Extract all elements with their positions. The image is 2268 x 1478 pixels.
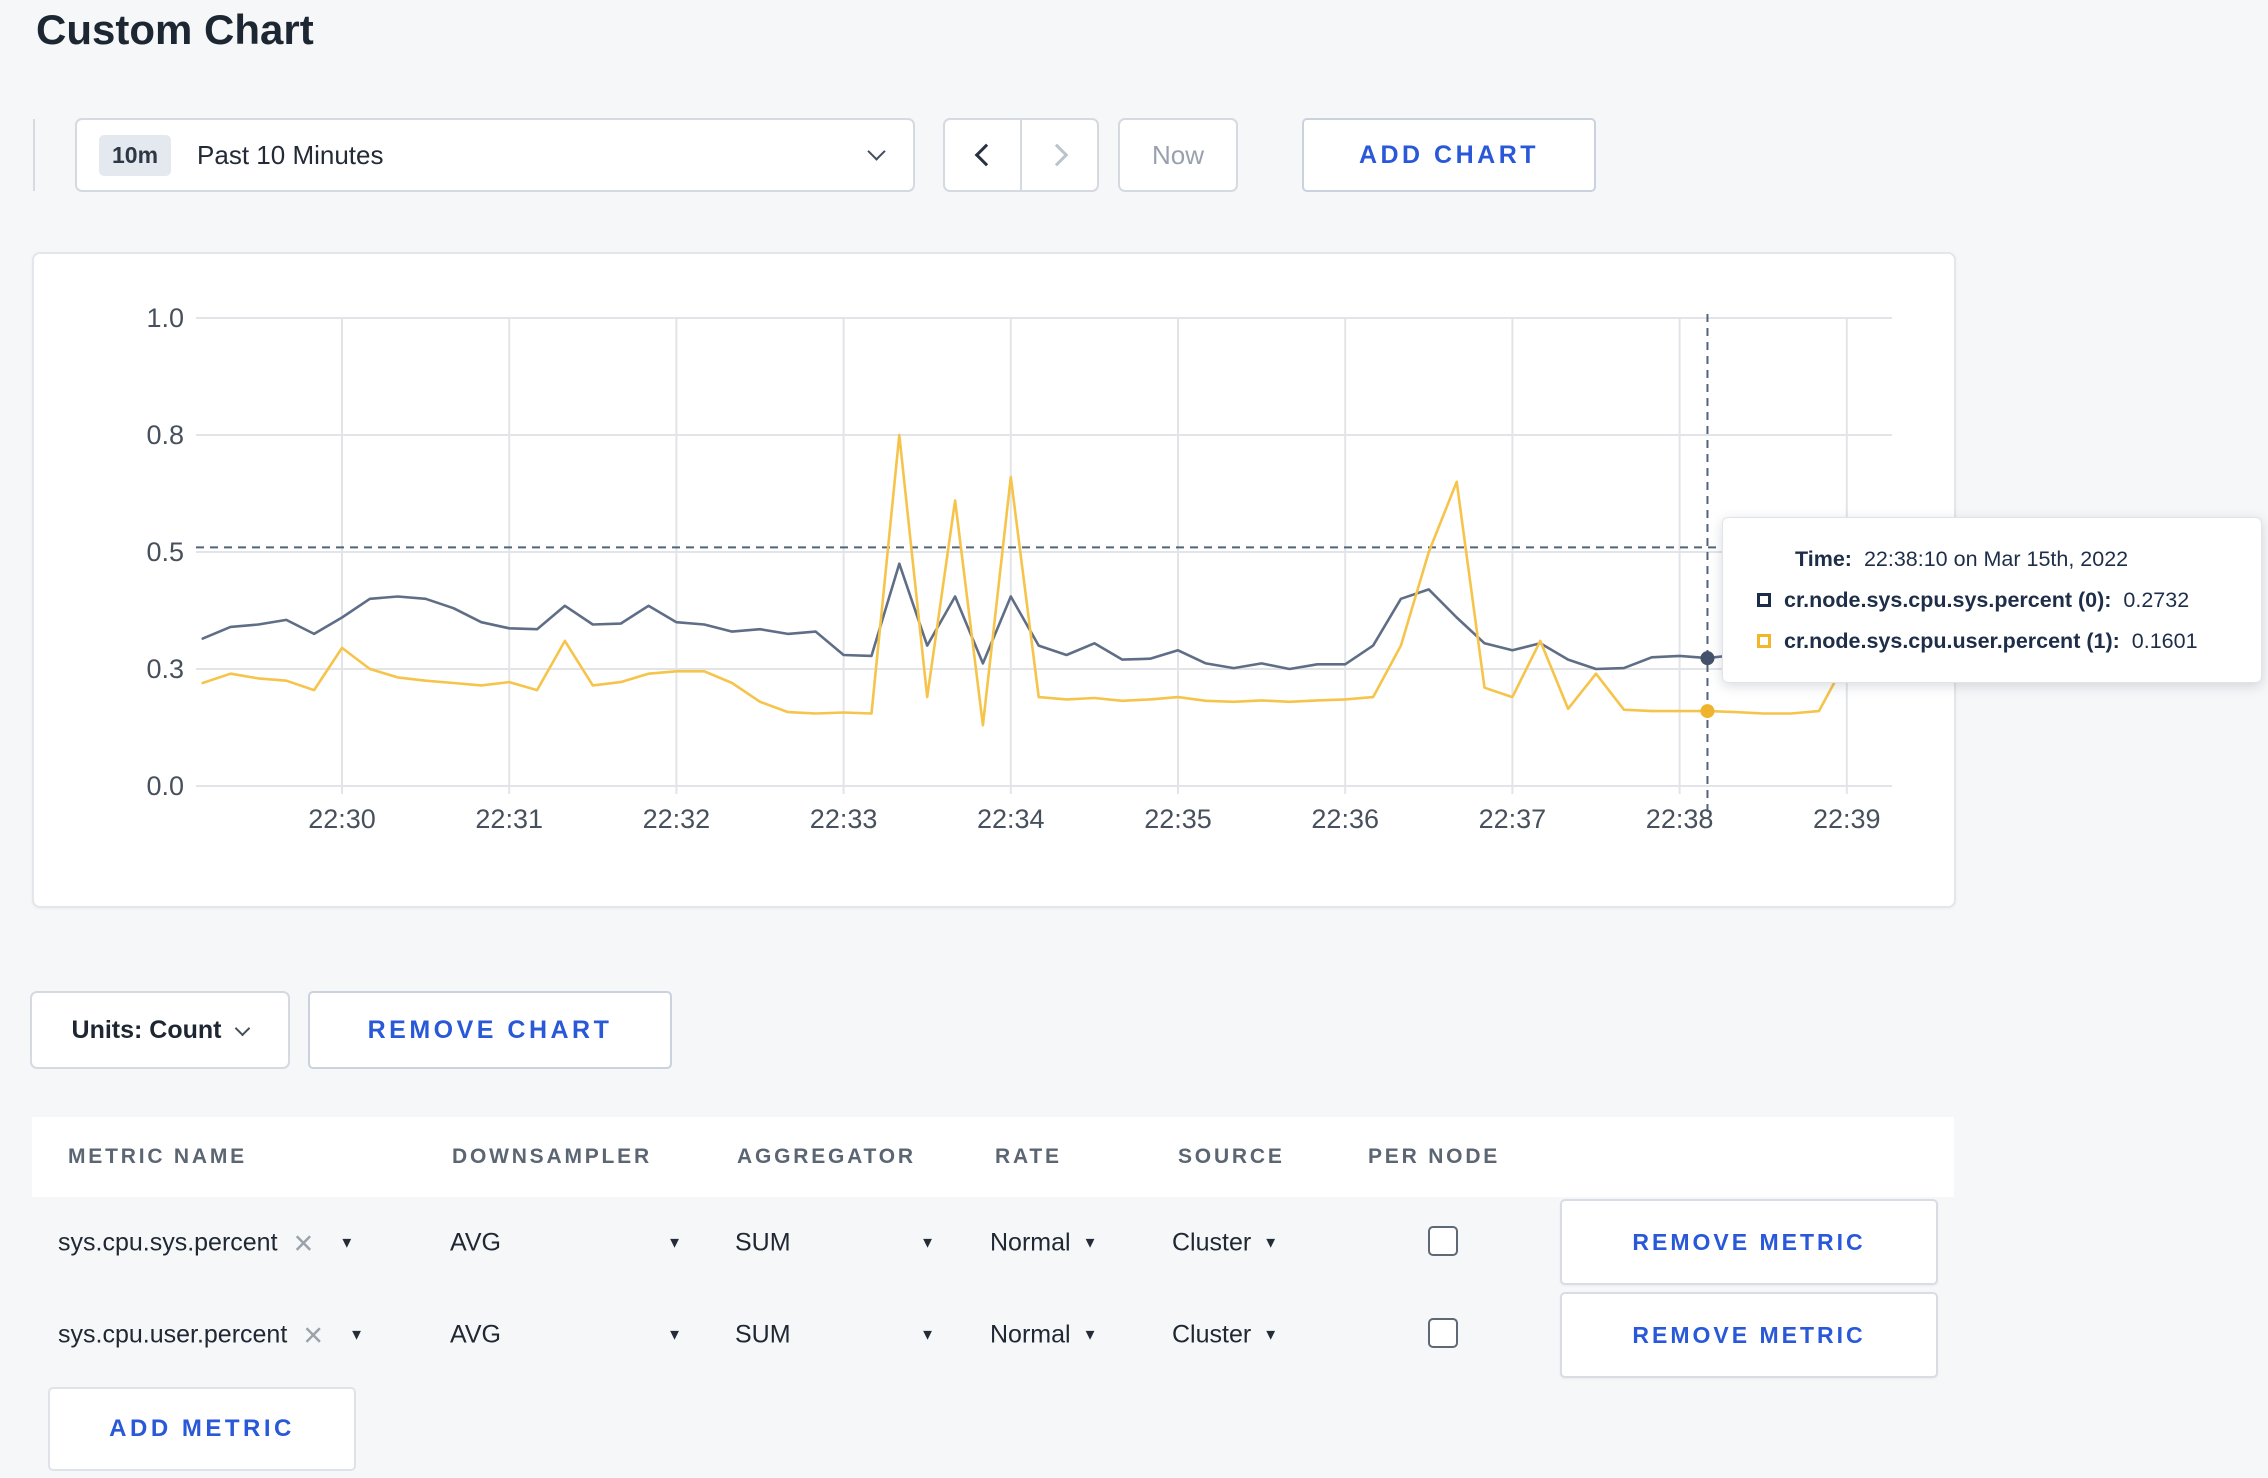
triangle-down-icon: ▼ bbox=[1082, 1326, 1098, 1344]
triangle-down-icon: ▼ bbox=[339, 1234, 355, 1252]
col-header-source: SOURCE bbox=[1178, 1145, 1285, 1168]
units-label: Units: Count bbox=[71, 1015, 222, 1044]
svg-text:22:34: 22:34 bbox=[977, 804, 1045, 834]
svg-text:1.0: 1.0 bbox=[146, 303, 184, 333]
col-header-rate: RATE bbox=[995, 1145, 1062, 1168]
col-header-aggregator: AGGREGATOR bbox=[737, 1145, 916, 1168]
metric-name-value: sys.cpu.user.percent bbox=[58, 1320, 288, 1349]
triangle-down-icon: ▼ bbox=[1263, 1234, 1279, 1252]
add-chart-button[interactable]: ADD CHART bbox=[1302, 118, 1596, 192]
chevron-right-icon bbox=[1045, 143, 1068, 167]
sys-series-swatch-icon bbox=[1757, 593, 1771, 607]
tooltip-series-row: cr.node.sys.cpu.user.percent (1): 0.1601 bbox=[1757, 629, 2261, 654]
col-header-per-node: PER NODE bbox=[1368, 1145, 1501, 1168]
svg-text:22:36: 22:36 bbox=[1311, 804, 1379, 834]
svg-text:22:32: 22:32 bbox=[643, 804, 711, 834]
aggregator-select[interactable]: SUM ▼ bbox=[735, 1229, 935, 1258]
svg-text:0.3: 0.3 bbox=[146, 654, 184, 684]
units-dropdown[interactable]: Units: Count bbox=[30, 991, 290, 1069]
line-chart[interactable]: 0.0 0.3 0.5 0.8 1.0 22:30 22:31 22:32 22:33 22:34… bbox=[34, 254, 1958, 910]
triangle-down-icon: ▼ bbox=[349, 1326, 365, 1344]
tooltip-sys-value: 0.2732 bbox=[2123, 587, 2190, 612]
chevron-left-icon bbox=[974, 143, 997, 167]
svg-text:22:35: 22:35 bbox=[1144, 804, 1212, 834]
prev-range-button[interactable] bbox=[945, 120, 1022, 190]
chart-tooltip: Time: 22:38:10 on Mar 15th, 2022 cr.node… bbox=[1722, 517, 2262, 683]
aggregator-value: SUM bbox=[735, 1320, 791, 1349]
add-metric-button[interactable]: ADD METRIC bbox=[48, 1387, 356, 1471]
col-header-downsampler: DOWNSAMPLER bbox=[452, 1145, 652, 1168]
tooltip-series-row: cr.node.sys.cpu.sys.percent (0): 0.2732 bbox=[1757, 588, 2261, 613]
remove-chart-button[interactable]: REMOVE CHART bbox=[308, 991, 672, 1069]
page-title: Custom Chart bbox=[36, 6, 314, 53]
time-window-dropdown[interactable]: 10m Past 10 Minutes bbox=[75, 118, 915, 192]
next-range-button[interactable] bbox=[1022, 120, 1097, 190]
toolbar-divider bbox=[33, 119, 35, 191]
metric-name-select[interactable]: sys.cpu.user.percent × ▼ bbox=[58, 1318, 365, 1352]
svg-text:0.0: 0.0 bbox=[146, 771, 184, 801]
svg-text:0.8: 0.8 bbox=[146, 420, 184, 450]
tooltip-time-row: Time: 22:38:10 on Mar 15th, 2022 bbox=[1795, 547, 2261, 572]
triangle-down-icon: ▼ bbox=[1082, 1234, 1098, 1252]
metric-name-value: sys.cpu.sys.percent bbox=[58, 1228, 278, 1257]
aggregator-select[interactable]: SUM ▼ bbox=[735, 1321, 935, 1350]
chevron-down-icon bbox=[235, 1020, 251, 1036]
time-window-badge: 10m bbox=[99, 134, 172, 176]
svg-text:22:38: 22:38 bbox=[1646, 804, 1714, 834]
source-value: Cluster bbox=[1172, 1320, 1252, 1349]
remove-metric-button[interactable]: REMOVE METRIC bbox=[1560, 1292, 1938, 1378]
source-value: Cluster bbox=[1172, 1228, 1252, 1257]
source-select[interactable]: Cluster ▼ bbox=[1172, 1321, 1278, 1350]
remove-metric-button[interactable]: REMOVE METRIC bbox=[1560, 1199, 1938, 1285]
aggregator-value: SUM bbox=[735, 1228, 791, 1257]
tooltip-user-label: cr.node.sys.cpu.user.percent (1): bbox=[1784, 628, 2120, 653]
metric-name-select[interactable]: sys.cpu.sys.percent × ▼ bbox=[58, 1226, 355, 1260]
downsampler-select[interactable]: AVG ▼ bbox=[450, 1229, 682, 1258]
time-range-nav bbox=[943, 118, 1099, 192]
metric-row: sys.cpu.sys.percent × ▼ AVG ▼ SUM ▼ Norm… bbox=[32, 1197, 1954, 1289]
rate-select[interactable]: Normal ▼ bbox=[990, 1321, 1097, 1350]
triangle-down-icon: ▼ bbox=[667, 1234, 682, 1252]
source-select[interactable]: Cluster ▼ bbox=[1172, 1229, 1278, 1258]
per-node-checkbox[interactable] bbox=[1428, 1318, 1458, 1348]
triangle-down-icon: ▼ bbox=[1263, 1326, 1279, 1344]
rate-value: Normal bbox=[990, 1228, 1071, 1257]
metrics-table-header: METRIC NAME DOWNSAMPLER AGGREGATOR RATE … bbox=[32, 1117, 1954, 1197]
user-series-swatch-icon bbox=[1757, 634, 1771, 648]
downsampler-value: AVG bbox=[450, 1228, 501, 1257]
per-node-checkbox[interactable] bbox=[1428, 1226, 1458, 1256]
tooltip-sys-label: cr.node.sys.cpu.sys.percent (0): bbox=[1784, 587, 2112, 612]
downsampler-select[interactable]: AVG ▼ bbox=[450, 1321, 682, 1350]
downsampler-value: AVG bbox=[450, 1320, 501, 1349]
clear-metric-icon[interactable]: × bbox=[303, 1318, 323, 1352]
clear-metric-icon[interactable]: × bbox=[294, 1226, 314, 1260]
chart-card: 0.0 0.3 0.5 0.8 1.0 22:30 22:31 22:32 22:33 22:34… bbox=[32, 252, 1956, 908]
rate-select[interactable]: Normal ▼ bbox=[990, 1229, 1097, 1258]
tooltip-time-label: Time: bbox=[1795, 546, 1852, 571]
chevron-down-icon bbox=[867, 142, 886, 161]
triangle-down-icon: ▼ bbox=[920, 1326, 935, 1344]
svg-text:22:39: 22:39 bbox=[1813, 804, 1881, 834]
triangle-down-icon: ▼ bbox=[920, 1234, 935, 1252]
now-button[interactable]: Now bbox=[1118, 118, 1238, 192]
tooltip-time-value: 22:38:10 on Mar 15th, 2022 bbox=[1863, 546, 2129, 571]
tooltip-user-value: 0.1601 bbox=[2131, 628, 2198, 653]
svg-text:22:31: 22:31 bbox=[475, 804, 543, 834]
svg-text:0.5: 0.5 bbox=[146, 537, 184, 567]
svg-text:22:33: 22:33 bbox=[810, 804, 878, 834]
col-header-metric-name: METRIC NAME bbox=[68, 1145, 247, 1168]
svg-text:22:30: 22:30 bbox=[308, 804, 376, 834]
time-window-label: Past 10 Minutes bbox=[197, 139, 384, 170]
triangle-down-icon: ▼ bbox=[667, 1326, 682, 1344]
metric-row: sys.cpu.user.percent × ▼ AVG ▼ SUM ▼ Nor… bbox=[32, 1289, 1954, 1381]
svg-text:22:37: 22:37 bbox=[1479, 804, 1547, 834]
rate-value: Normal bbox=[990, 1320, 1071, 1349]
